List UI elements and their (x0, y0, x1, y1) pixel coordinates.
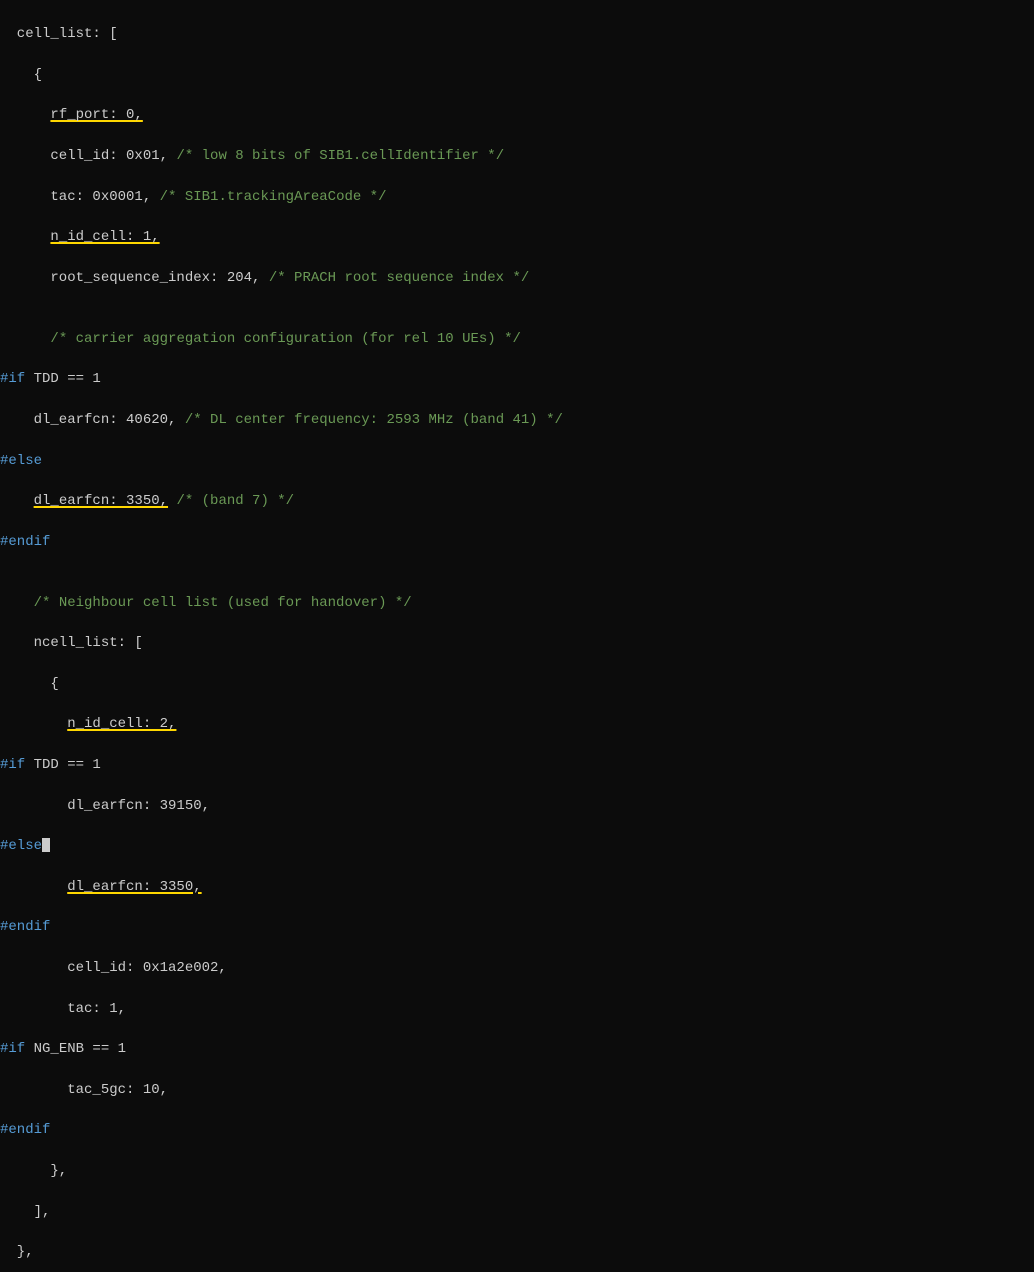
code-line: #else (0, 451, 1034, 471)
code-text: cell_id: 0x01, (0, 148, 176, 164)
code-line: }, (0, 1161, 1034, 1181)
preprocessor-directive: #else (0, 838, 42, 854)
code-text (0, 229, 50, 245)
code-text (0, 493, 34, 509)
code-text: }, (0, 1163, 67, 1179)
code-text: { (0, 67, 42, 83)
code-text: tac: 0x0001, (0, 189, 160, 205)
code-line: #else (0, 836, 1034, 856)
code-text-underlined: rf_port: 0, (50, 107, 142, 123)
code-line: ncell_list: [ (0, 633, 1034, 653)
code-line: { (0, 674, 1034, 694)
code-text: cell_id: 0x1a2e002, (0, 960, 227, 976)
code-text (0, 331, 50, 347)
code-line: #if TDD == 1 (0, 369, 1034, 389)
code-text: ], (0, 1204, 50, 1220)
code-text: dl_earfcn: 39150, (0, 798, 210, 814)
code-line: /* Neighbour cell list (used for handove… (0, 593, 1034, 613)
preprocessor-directive: #if (0, 371, 25, 387)
code-text: tac: 1, (0, 1001, 126, 1017)
code-text: ncell_list: [ (0, 635, 143, 651)
code-text (0, 107, 50, 123)
code-text (0, 595, 34, 611)
code-line: rf_port: 0, (0, 105, 1034, 125)
code-line: dl_earfcn: 40620, /* DL center frequency… (0, 410, 1034, 430)
code-text: TDD == 1 (25, 371, 101, 387)
preprocessor-directive: #if (0, 1041, 25, 1057)
code-text: dl_earfcn: 40620, (0, 412, 185, 428)
code-line: }, (0, 1242, 1034, 1262)
code-line: cell_id: 0x01, /* low 8 bits of SIB1.cel… (0, 146, 1034, 166)
code-comment: /* low 8 bits of SIB1.cellIdentifier */ (176, 148, 504, 164)
code-comment: /* (band 7) */ (176, 493, 294, 509)
code-line: #endif (0, 917, 1034, 937)
code-text-underlined: dl_earfcn: 3350, (67, 879, 201, 895)
code-line: tac: 0x0001, /* SIB1.trackingAreaCode */ (0, 187, 1034, 207)
code-text: TDD == 1 (25, 757, 101, 773)
code-comment: /* Neighbour cell list (used for handove… (34, 595, 412, 611)
code-text: { (0, 676, 59, 692)
code-text-underlined: dl_earfcn: 3350, (34, 493, 168, 509)
preprocessor-directive: #endif (0, 534, 50, 550)
code-line: ], (0, 1202, 1034, 1222)
code-line: tac_5gc: 10, (0, 1080, 1034, 1100)
code-comment: /* DL center frequency: 2593 MHz (band 4… (185, 412, 563, 428)
code-line: cell_list: [ (0, 24, 1034, 44)
code-line: tac: 1, (0, 999, 1034, 1019)
code-line: #if NG_ENB == 1 (0, 1039, 1034, 1059)
code-comment: /* PRACH root sequence index */ (269, 270, 529, 286)
code-comment: /* carrier aggregation configuration (fo… (50, 331, 520, 347)
code-line: dl_earfcn: 39150, (0, 796, 1034, 816)
code-text: }, (0, 1244, 34, 1260)
preprocessor-directive: #endif (0, 919, 50, 935)
text-cursor (42, 838, 50, 852)
code-line: dl_earfcn: 3350, /* (band 7) */ (0, 491, 1034, 511)
code-line: dl_earfcn: 3350, (0, 877, 1034, 897)
code-editor[interactable]: cell_list: [ { rf_port: 0, cell_id: 0x01… (0, 0, 1034, 1272)
code-line: root_sequence_index: 204, /* PRACH root … (0, 268, 1034, 288)
code-line: #if TDD == 1 (0, 755, 1034, 775)
code-line: #endif (0, 1120, 1034, 1140)
code-line: /* carrier aggregation configuration (fo… (0, 329, 1034, 349)
code-line: #endif (0, 532, 1034, 552)
code-line: { (0, 65, 1034, 85)
code-text: tac_5gc: 10, (0, 1082, 168, 1098)
code-text: root_sequence_index: 204, (0, 270, 269, 286)
preprocessor-directive: #endif (0, 1122, 50, 1138)
code-text (0, 716, 67, 732)
preprocessor-directive: #else (0, 453, 42, 469)
preprocessor-directive: #if (0, 757, 25, 773)
code-line: n_id_cell: 1, (0, 227, 1034, 247)
code-line: n_id_cell: 2, (0, 714, 1034, 734)
code-comment: /* SIB1.trackingAreaCode */ (160, 189, 387, 205)
code-text-underlined: n_id_cell: 2, (67, 716, 176, 732)
code-text: NG_ENB == 1 (25, 1041, 126, 1057)
code-line: cell_id: 0x1a2e002, (0, 958, 1034, 978)
code-text: cell_list: [ (0, 26, 118, 42)
code-text (0, 879, 67, 895)
code-text-underlined: n_id_cell: 1, (50, 229, 159, 245)
